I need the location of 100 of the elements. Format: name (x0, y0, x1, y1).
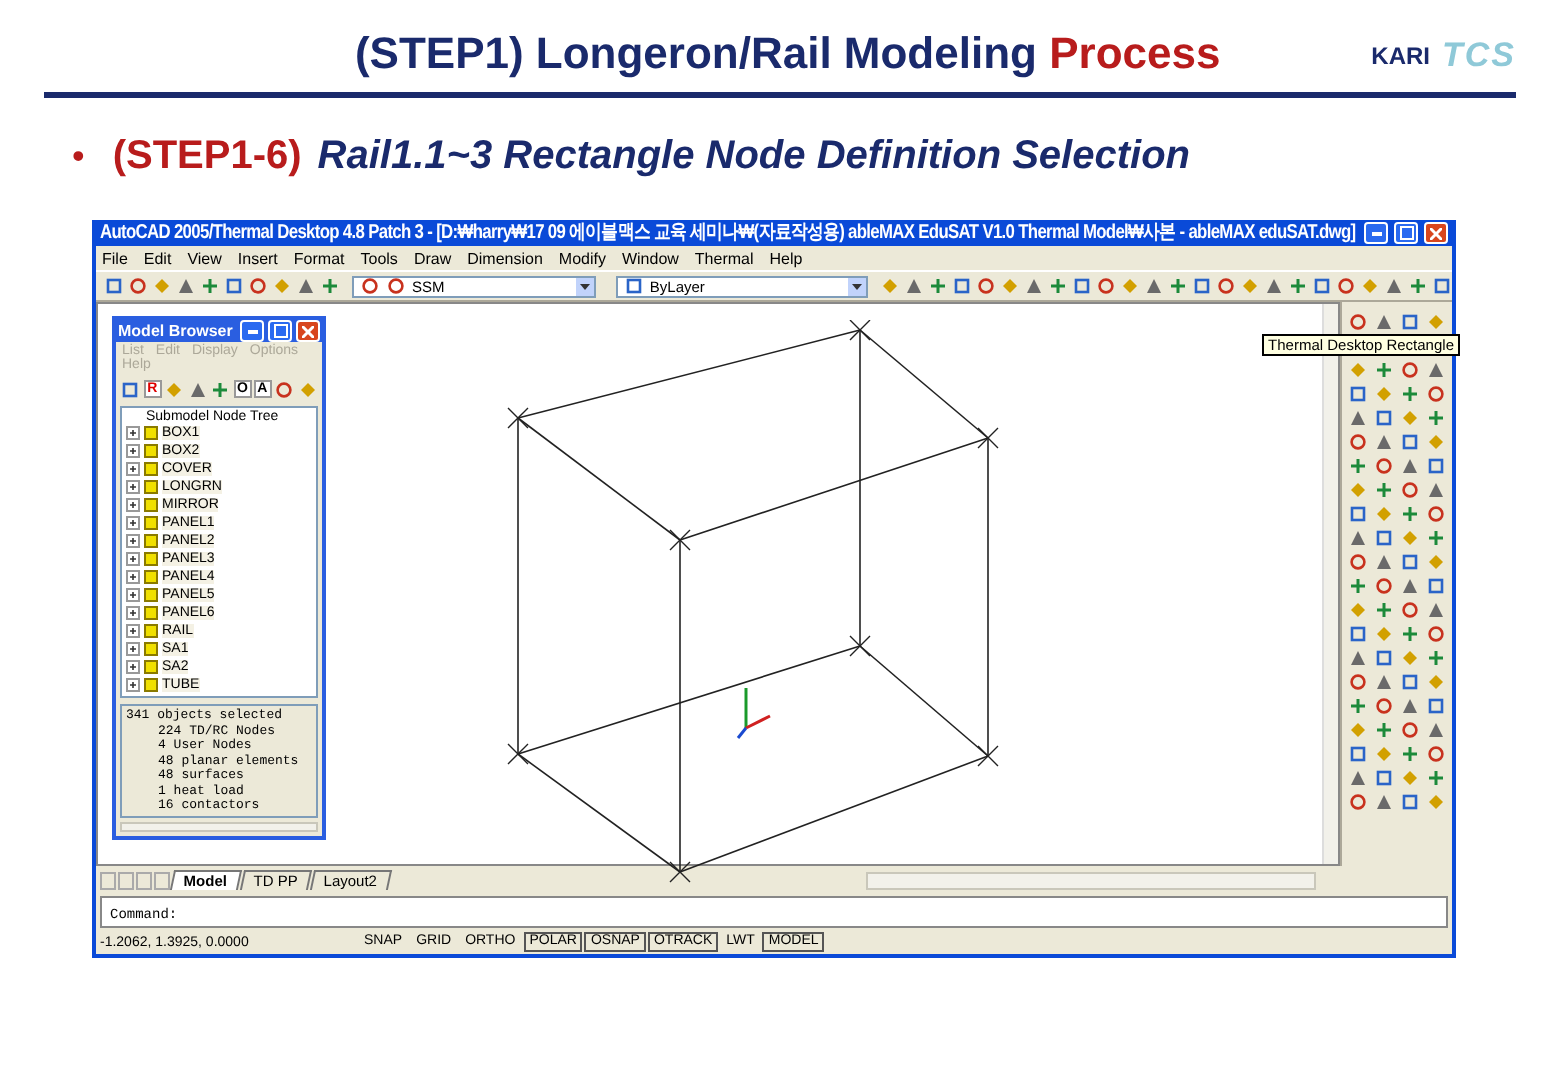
menu-item[interactable]: File (102, 249, 128, 267)
toolbar-button[interactable] (1216, 275, 1236, 297)
toolbar-button[interactable] (1048, 275, 1068, 297)
expand-icon[interactable] (126, 606, 140, 620)
toolbar-button[interactable] (1346, 406, 1368, 428)
toolbar-button[interactable] (1424, 718, 1446, 740)
toolbar-button[interactable] (1398, 454, 1420, 476)
close-button[interactable] (296, 320, 320, 342)
toolbar-button[interactable] (1398, 382, 1420, 404)
toolbar-button[interactable] (320, 275, 340, 297)
toolbar-button[interactable] (952, 275, 972, 297)
toolbar-button[interactable] (296, 275, 316, 297)
toolbar-button[interactable] (1398, 598, 1420, 620)
toolbar-button[interactable] (1424, 502, 1446, 524)
toolbar-button[interactable] (1372, 478, 1394, 500)
toolbar-button[interactable] (1346, 790, 1368, 812)
menu-item[interactable]: Format (293, 249, 345, 267)
expand-icon[interactable] (126, 624, 140, 638)
toolbar-button[interactable] (1424, 574, 1446, 596)
toolbar-button[interactable] (1372, 310, 1394, 332)
toolbar-button[interactable] (1424, 742, 1446, 764)
toolbar-button[interactable] (1168, 275, 1188, 297)
menu-item[interactable]: Help (769, 249, 803, 267)
toolbar-button[interactable] (1424, 766, 1446, 788)
toolbar-button[interactable] (1398, 718, 1420, 740)
toolbar-button[interactable] (1192, 275, 1212, 297)
toolbar-button[interactable] (1398, 358, 1420, 380)
toolbar-button[interactable] (1346, 310, 1368, 332)
expand-icon[interactable] (126, 498, 140, 512)
toolbar-button[interactable] (1372, 790, 1394, 812)
expand-icon[interactable] (126, 516, 140, 530)
toolbar-button[interactable] (200, 275, 220, 297)
expand-icon[interactable] (126, 552, 140, 566)
expand-icon[interactable] (126, 426, 140, 440)
toolbar-button[interactable] (1372, 454, 1394, 476)
toolbar-button[interactable] (1398, 742, 1420, 764)
toolbar-button[interactable] (1346, 574, 1368, 596)
toolbar-button[interactable] (1346, 430, 1368, 452)
toolbar-button[interactable] (1432, 275, 1452, 297)
toolbar-button[interactable] (1096, 275, 1116, 297)
expand-icon[interactable] (126, 642, 140, 656)
toolbar-button[interactable] (1072, 275, 1092, 297)
expand-icon[interactable] (126, 444, 140, 458)
toolbar-button[interactable] (1424, 454, 1446, 476)
toolbar-button[interactable] (1424, 646, 1446, 668)
toolbar-button[interactable] (904, 275, 924, 297)
toolbar-button[interactable] (1312, 275, 1332, 297)
toolbar-button[interactable] (1424, 598, 1446, 620)
expand-icon[interactable] (126, 534, 140, 548)
toolbar-button[interactable] (1398, 622, 1420, 644)
toolbar-button[interactable] (1398, 574, 1420, 596)
toolbar-button[interactable] (1346, 742, 1368, 764)
toolbar-button[interactable] (1424, 382, 1446, 404)
toolbar-button[interactable] (1398, 550, 1420, 572)
toolbar-button[interactable] (1372, 598, 1394, 620)
toolbar-button[interactable] (1024, 275, 1044, 297)
horizontal-scrollbar[interactable] (866, 872, 1316, 890)
toolbar-button[interactable] (1346, 550, 1368, 572)
minimize-button[interactable] (1364, 222, 1388, 244)
maximize-button[interactable] (1394, 222, 1418, 244)
toolbar-button[interactable] (1372, 406, 1394, 428)
toolbar-button[interactable] (1424, 406, 1446, 428)
toolbar-button[interactable] (1372, 766, 1394, 788)
toolbar-button[interactable] (928, 275, 948, 297)
toolbar-button[interactable] (1346, 694, 1368, 716)
expand-icon[interactable] (126, 570, 140, 584)
toolbar-button[interactable] (1398, 478, 1420, 500)
toolbar-button[interactable] (1398, 670, 1420, 692)
expand-icon[interactable] (126, 660, 140, 674)
toolbar-button[interactable] (1424, 526, 1446, 548)
toolbar-button[interactable] (1424, 478, 1446, 500)
menu-item[interactable]: Tools (360, 249, 398, 267)
toolbar-button[interactable] (1372, 574, 1394, 596)
toolbar-button[interactable] (128, 275, 148, 297)
toolbar-button[interactable] (1372, 526, 1394, 548)
menu-item[interactable]: Thermal (694, 249, 754, 267)
toolbar-button[interactable] (1346, 766, 1368, 788)
maximize-button[interactable] (268, 320, 292, 342)
toolbar-button[interactable] (1346, 382, 1368, 404)
toolbar-button[interactable] (1346, 646, 1368, 668)
toolbar-button[interactable] (104, 275, 124, 297)
menu-item[interactable]: Window (621, 249, 679, 267)
toolbar-button[interactable] (186, 378, 209, 400)
toolbar-button[interactable] (1424, 358, 1446, 380)
toolbar-button[interactable] (1408, 275, 1428, 297)
toolbar-button[interactable] (1346, 670, 1368, 692)
toolbar-button[interactable] (1372, 358, 1394, 380)
toolbar-button[interactable] (1372, 646, 1394, 668)
expand-icon[interactable] (126, 588, 140, 602)
toolbar-button[interactable] (1346, 526, 1368, 548)
menu-item[interactable]: Modify (558, 249, 606, 267)
toolbar-button[interactable] (1264, 275, 1284, 297)
toolbar-button[interactable] (1144, 275, 1164, 297)
toolbar-button[interactable] (273, 378, 295, 400)
menu-item[interactable]: View (187, 249, 222, 267)
toolbar-button[interactable] (224, 275, 244, 297)
toolbar-button[interactable] (1346, 502, 1368, 524)
toolbar-button[interactable] (1424, 694, 1446, 716)
toolbar-button[interactable] (210, 378, 232, 400)
toolbar-button[interactable] (1346, 454, 1368, 476)
